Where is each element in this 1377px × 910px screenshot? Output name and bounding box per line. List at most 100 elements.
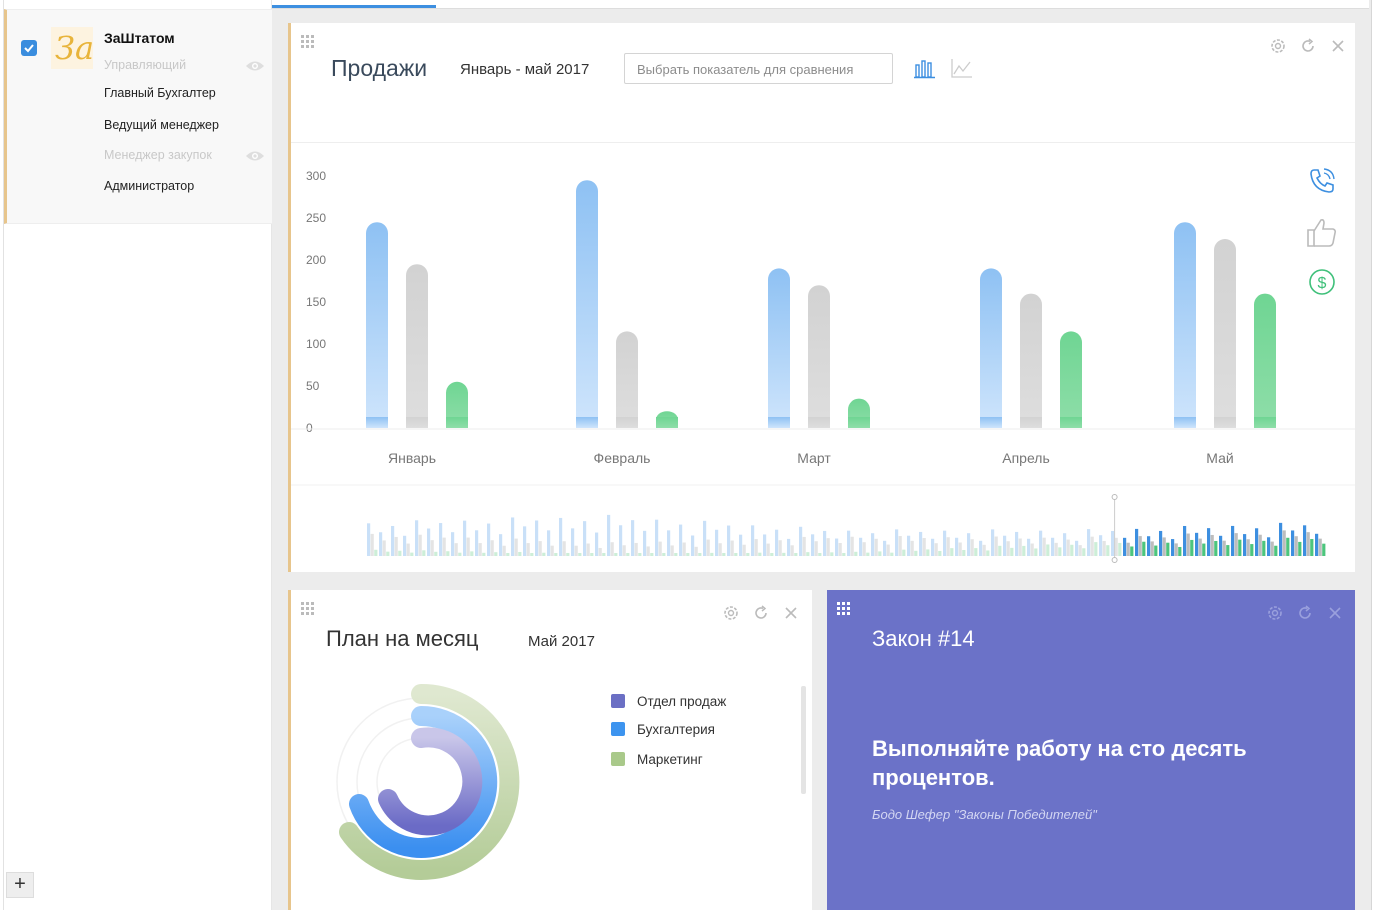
- overview-bar: [506, 553, 510, 556]
- bar[interactable]: [616, 331, 638, 428]
- overview-bar: [475, 530, 479, 556]
- role-item[interactable]: Менеджер закупок: [104, 148, 212, 162]
- overview-bar: [458, 552, 462, 556]
- overview-bar: [782, 552, 786, 556]
- x-tick-label: Апрель: [1002, 450, 1050, 466]
- close-icon[interactable]: [782, 604, 800, 622]
- overview-bar: [998, 545, 1002, 556]
- legend-scrollbar[interactable]: [801, 686, 806, 794]
- company-name[interactable]: ЗаШтатом: [104, 30, 175, 46]
- overview-bar: [1046, 544, 1050, 556]
- overview-bar: [770, 553, 774, 556]
- overview-bar: [418, 534, 422, 556]
- close-icon[interactable]: [1329, 37, 1347, 55]
- legend-swatch: [611, 694, 625, 708]
- eye-icon[interactable]: [245, 149, 265, 168]
- overview-bar: [406, 543, 410, 556]
- overview-bar: [646, 546, 650, 556]
- overview-bar: [1207, 528, 1211, 556]
- bar[interactable]: [1254, 293, 1276, 428]
- overview-bar: [859, 537, 863, 556]
- bar-base: [1174, 417, 1196, 428]
- line-chart-icon[interactable]: [950, 57, 974, 79]
- overview-bar: [931, 538, 935, 556]
- overview-bar: [958, 542, 962, 556]
- role-item[interactable]: Главный Бухгалтер: [104, 86, 216, 100]
- bar[interactable]: [1020, 293, 1042, 428]
- bar[interactable]: [1214, 239, 1236, 428]
- svg-text:$: $: [1318, 275, 1327, 292]
- bar[interactable]: [808, 285, 830, 428]
- phone-icon[interactable]: [1307, 166, 1337, 196]
- overview-bar: [811, 534, 815, 556]
- scrollbar[interactable]: [1371, 0, 1377, 910]
- bar[interactable]: [1060, 331, 1082, 428]
- overview-bar: [790, 545, 794, 556]
- overview-bar: [434, 551, 438, 556]
- overview-bar: [1270, 541, 1274, 556]
- active-tab-indicator[interactable]: [272, 5, 436, 8]
- refresh-icon[interactable]: [1299, 37, 1317, 55]
- bar[interactable]: [980, 268, 1002, 428]
- close-icon[interactable]: [1326, 604, 1344, 622]
- drag-handle-icon[interactable]: [837, 602, 851, 616]
- overview-bar: [823, 530, 827, 556]
- overview-bar: [410, 552, 414, 556]
- company-card[interactable]: За ЗаШтатом Управляющий Главный Бухгалтер…: [4, 9, 272, 224]
- overview-bar: [1171, 539, 1175, 556]
- overview-bar: [919, 531, 923, 556]
- overview-bar: [1070, 544, 1074, 556]
- bar[interactable]: [366, 222, 388, 428]
- overview-bar: [542, 552, 546, 556]
- y-tick-label: 0: [306, 421, 313, 435]
- overview-bar: [1130, 546, 1134, 556]
- overview-bar: [758, 552, 762, 556]
- compare-select[interactable]: Выбрать показатель для сравнения: [624, 53, 893, 84]
- thumbs-up-icon[interactable]: [1305, 216, 1339, 250]
- overview-bar: [682, 542, 686, 556]
- plan-period: Май 2017: [528, 633, 595, 650]
- bar-chart-icon[interactable]: [913, 57, 937, 79]
- drag-handle-icon[interactable]: [301, 602, 315, 616]
- y-tick-label: 50: [306, 379, 320, 393]
- overview-bar: [403, 535, 407, 556]
- dollar-icon[interactable]: $: [1307, 267, 1337, 297]
- legend-item: Отдел продаж: [611, 694, 726, 709]
- overview-bar: [934, 543, 938, 556]
- overview-bar: [1118, 542, 1122, 556]
- y-tick-label: 250: [306, 211, 326, 225]
- overview-bar: [1243, 534, 1247, 556]
- role-item[interactable]: Ведущий менеджер: [104, 118, 219, 132]
- range-handle-knob[interactable]: [1111, 557, 1118, 563]
- settings-icon[interactable]: [1266, 604, 1284, 622]
- role-item[interactable]: Управляющий: [104, 58, 186, 72]
- settings-icon[interactable]: [1269, 37, 1287, 55]
- overview-bar: [1238, 539, 1242, 556]
- bar[interactable]: [576, 180, 598, 428]
- overview-bar: [370, 533, 374, 556]
- bar[interactable]: [768, 268, 790, 428]
- overview-bar: [463, 520, 467, 556]
- eye-icon[interactable]: [245, 59, 265, 78]
- overview-bar: [1274, 545, 1278, 556]
- overview-bar: [994, 536, 998, 556]
- range-handle-knob[interactable]: [1111, 494, 1118, 500]
- settings-icon[interactable]: [722, 604, 740, 622]
- drag-handle-icon[interactable]: [301, 35, 315, 49]
- bar-base: [1060, 417, 1082, 428]
- bar[interactable]: [406, 264, 428, 428]
- overview-bar: [667, 530, 671, 556]
- add-button[interactable]: +: [6, 872, 34, 898]
- overview-bar: [1255, 528, 1259, 556]
- bar[interactable]: [1174, 222, 1196, 428]
- company-checkbox[interactable]: [21, 40, 37, 56]
- overview-bar: [730, 540, 734, 556]
- legend-swatch: [611, 722, 625, 736]
- overview-bar: [982, 544, 986, 556]
- tab-bar: [272, 0, 1369, 9]
- refresh-icon[interactable]: [1296, 604, 1314, 622]
- role-item[interactable]: Администратор: [104, 179, 194, 193]
- overview-bar: [595, 532, 599, 556]
- refresh-icon[interactable]: [752, 604, 770, 622]
- bar-base: [446, 417, 468, 428]
